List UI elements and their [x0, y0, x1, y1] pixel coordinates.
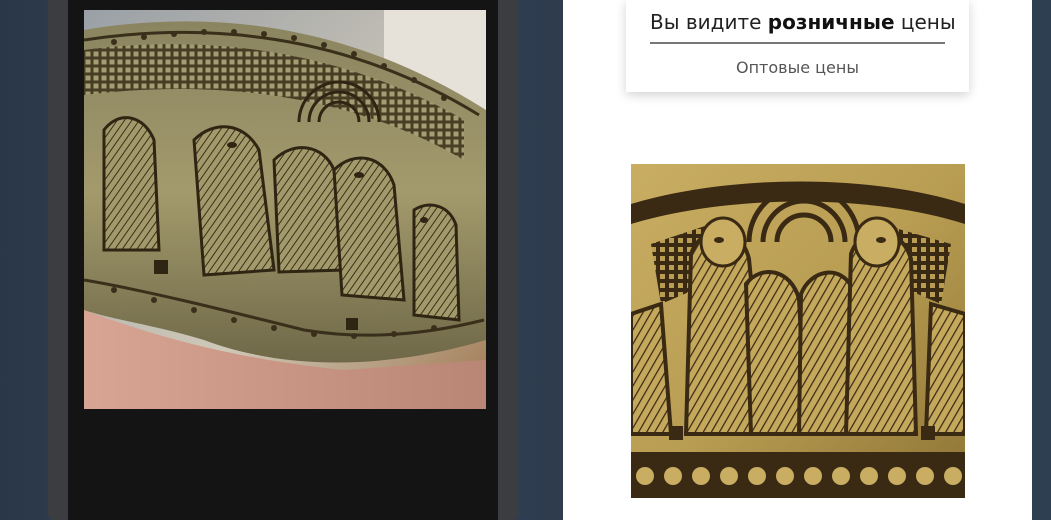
bracelet-photo-left[interactable] — [84, 10, 486, 409]
retail-suffix: цены — [900, 10, 956, 34]
wholesale-prices-option[interactable]: Оптовые цены — [650, 58, 945, 77]
retail-bold-word: розничные — [767, 10, 895, 34]
price-type-dropdown: Вы видите розничные цены Оптовые цены — [626, 0, 969, 92]
bracelet-photo-right-image — [631, 164, 965, 498]
bracelet-photo-right[interactable] — [631, 164, 965, 498]
retail-prices-option[interactable]: Вы видите розничные цены — [650, 10, 956, 44]
bracelet-photo-left-image — [84, 10, 486, 409]
retail-prefix: Вы видите — [650, 10, 762, 34]
page-background-right — [1032, 0, 1051, 520]
